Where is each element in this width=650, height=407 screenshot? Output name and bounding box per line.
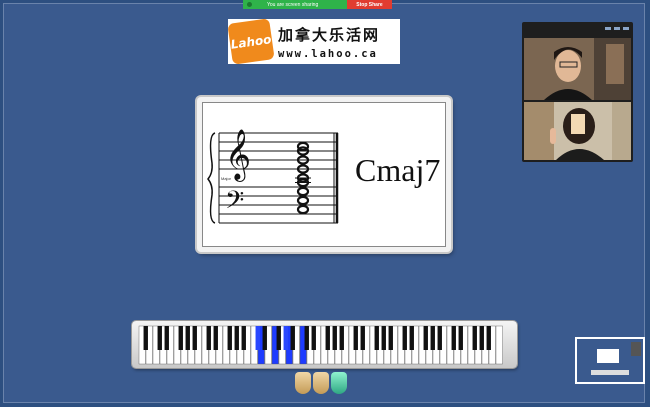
thumbnail-preview — [591, 342, 641, 375]
piano-black-key[interactable] — [381, 326, 386, 350]
piano-black-key[interactable] — [388, 326, 393, 350]
logo-url: www.lahoo.ca — [278, 47, 378, 60]
piano-black-key[interactable] — [276, 326, 281, 350]
treble-clef-icon: 𝄞 — [225, 129, 251, 182]
piano-black-key[interactable] — [339, 326, 344, 350]
screen-share-bar: You are screen sharing Stop Share — [243, 0, 392, 9]
piano-black-key[interactable] — [234, 326, 239, 350]
piano-black-key[interactable] — [164, 326, 169, 350]
piano-black-key[interactable] — [290, 326, 295, 350]
piano-black-key[interactable] — [423, 326, 428, 350]
staff-label: Major — [221, 176, 232, 181]
participant-video-1[interactable] — [524, 38, 631, 100]
piano-black-key[interactable] — [430, 326, 435, 350]
video-panel-toolbar — [522, 22, 633, 35]
sustain-pedal[interactable] — [331, 372, 347, 394]
piano-black-key[interactable] — [458, 326, 463, 350]
piano-black-key[interactable] — [304, 326, 309, 350]
piano-black-key[interactable] — [311, 326, 316, 350]
piano-black-key[interactable] — [451, 326, 456, 350]
piano-black-key[interactable] — [360, 326, 365, 350]
brace-icon — [207, 132, 216, 224]
sharing-status-text: You are screen sharing — [267, 1, 319, 8]
piano-white-key[interactable] — [495, 325, 503, 365]
lahoo-logo-icon: Lahoo — [227, 18, 275, 65]
piano-keys — [138, 325, 503, 365]
piano-black-key[interactable] — [479, 326, 484, 350]
left-pedal[interactable] — [295, 372, 311, 394]
video-panel[interactable] — [522, 22, 633, 162]
stop-share-button[interactable]: Stop Share — [347, 0, 392, 9]
logo-chinese-name: 加拿大乐活网 — [278, 25, 381, 44]
piano-black-key[interactable] — [241, 326, 246, 350]
piano-black-key[interactable] — [486, 326, 491, 350]
piano-black-key[interactable] — [255, 326, 260, 350]
piano-black-key[interactable] — [402, 326, 407, 350]
participant-video-2[interactable] — [524, 102, 631, 160]
bass-clef-icon: 𝄢 — [225, 186, 244, 221]
piano-black-key[interactable] — [213, 326, 218, 350]
lahoo-logo: Lahoo 加拿大乐活网 www.lahoo.ca — [227, 18, 400, 65]
piano-black-key[interactable] — [192, 326, 197, 350]
piano-black-key[interactable] — [374, 326, 379, 350]
piano-black-key[interactable] — [325, 326, 330, 350]
piano-black-key[interactable] — [437, 326, 442, 350]
piano-black-key[interactable] — [409, 326, 414, 350]
piano-black-key[interactable] — [283, 326, 288, 350]
middle-pedal[interactable] — [313, 372, 329, 394]
share-preview-thumbnail[interactable] — [575, 337, 645, 384]
speaker-view-icon[interactable] — [614, 27, 620, 30]
piano-keyboard — [132, 321, 517, 368]
treble-notes — [295, 141, 311, 183]
sharing-status: You are screen sharing — [243, 0, 347, 9]
participant-2-image — [524, 102, 631, 160]
share-status-icon — [247, 2, 252, 7]
piano-pedals — [293, 372, 353, 402]
piano-black-key[interactable] — [227, 326, 232, 350]
minimize-icon[interactable] — [605, 27, 611, 30]
piano-black-key[interactable] — [157, 326, 162, 350]
gallery-view-icon[interactable] — [623, 27, 629, 30]
piano-black-key[interactable] — [206, 326, 211, 350]
piano-black-key[interactable] — [178, 326, 183, 350]
piano-black-key[interactable] — [332, 326, 337, 350]
participant-1-image — [524, 38, 631, 100]
piano-black-key[interactable] — [472, 326, 477, 350]
chord-name: Cmaj7 — [355, 152, 441, 188]
piano-black-key[interactable] — [353, 326, 358, 350]
piano-black-key[interactable] — [185, 326, 190, 350]
piano-black-key[interactable] — [143, 326, 148, 350]
piano-black-key[interactable] — [262, 326, 267, 350]
